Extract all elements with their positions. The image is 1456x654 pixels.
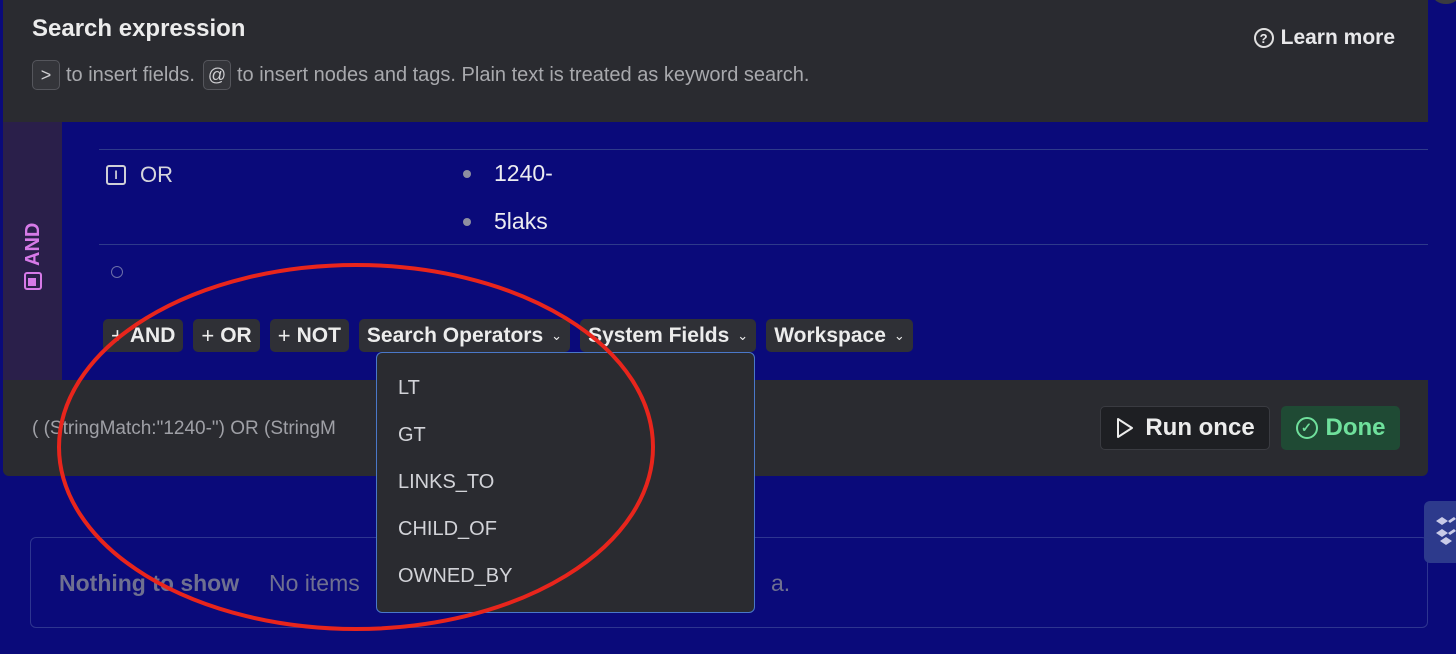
operator-option-child-of[interactable]: CHILD_OF — [377, 506, 754, 553]
and-group-label: AND — [20, 210, 46, 290]
hint-text: > to insert fields. @ to insert nodes an… — [32, 60, 817, 90]
expression-editor: AND I OR 1240- 5laks + AND + OR + NOT Se… — [3, 122, 1428, 380]
chevron-down-icon: ⌄ — [893, 327, 905, 343]
or-value-item[interactable]: 1240- — [463, 160, 553, 187]
learn-more-link[interactable]: ? Learn more — [1253, 26, 1395, 50]
check-circle-icon: ✓ — [1295, 417, 1318, 439]
add-not-label: NOT — [296, 323, 341, 347]
window-corner — [1433, 0, 1456, 4]
row-divider — [99, 149, 1428, 150]
operator-option-lt[interactable]: LT — [377, 365, 754, 412]
expression-toolbar: + AND + OR + NOT Search Operators ⌄ Syst… — [103, 319, 913, 352]
add-and-button[interactable]: + AND — [103, 319, 184, 352]
dropbox-icon — [1436, 517, 1456, 545]
or-operator-row[interactable]: I OR — [106, 162, 173, 188]
chevron-down-icon: ⌄ — [551, 327, 563, 343]
hint-fields-text: to insert fields. — [66, 63, 195, 86]
run-once-label: Run once — [1145, 414, 1255, 441]
add-not-button[interactable]: + NOT — [269, 319, 349, 352]
panel-title: Search expression — [32, 15, 246, 42]
system-fields-label: System Fields — [588, 323, 730, 347]
play-icon — [1117, 418, 1134, 438]
row-divider — [99, 244, 1428, 245]
operator-option-owned-by[interactable]: OWNED_BY — [377, 553, 754, 600]
add-or-label: OR — [220, 323, 252, 347]
empty-state-description-tail: a. — [771, 570, 791, 596]
bullet-icon — [463, 217, 471, 226]
search-operators-label: Search Operators — [366, 323, 544, 347]
panel-header: Search expression > to insert fields. @ … — [3, 0, 1428, 122]
done-label: Done — [1325, 414, 1386, 441]
or-value-item[interactable]: 5laks — [463, 208, 548, 235]
help-icon: ? — [1253, 28, 1274, 48]
workspace-label: Workspace — [774, 323, 886, 347]
done-button[interactable]: ✓ Done — [1281, 406, 1400, 450]
text-cursor-icon: I — [106, 165, 126, 185]
plus-icon: + — [201, 322, 215, 348]
or-value-text: 5laks — [494, 208, 548, 234]
hint-nodes-text: to insert nodes and tags. Plain text is … — [236, 63, 810, 86]
empty-state-description: No items — [269, 570, 360, 596]
field-key-hint: > — [32, 60, 60, 90]
node-key-hint: @ — [202, 60, 231, 90]
system-fields-button[interactable]: System Fields ⌄ — [580, 319, 757, 352]
query-preview: ( (StringMatch:"1240-") OR (StringM — [32, 418, 336, 439]
and-group-bar[interactable]: AND — [3, 122, 62, 380]
empty-state-title: Nothing to show — [59, 570, 240, 596]
operator-option-gt[interactable]: GT — [377, 412, 754, 459]
run-once-button[interactable]: Run once — [1100, 406, 1270, 450]
plus-icon: + — [111, 322, 124, 348]
learn-more-label: Learn more — [1280, 26, 1395, 49]
bullet-icon — [463, 169, 471, 178]
add-and-label: AND — [129, 323, 176, 347]
operator-option-links-to[interactable]: LINKS_TO — [377, 459, 754, 506]
search-operators-button[interactable]: Search Operators ⌄ — [358, 319, 571, 352]
or-label: OR — [140, 162, 173, 187]
and-group-icon — [24, 272, 42, 290]
chevron-down-icon: ⌄ — [737, 327, 749, 343]
search-operators-dropdown: LT GT LINKS_TO CHILD_OF OWNED_BY — [376, 352, 755, 613]
and-group-text: AND — [21, 222, 44, 266]
empty-node-bullet-icon[interactable] — [111, 266, 123, 278]
side-panel-tab[interactable] — [1424, 501, 1456, 563]
workspace-button[interactable]: Workspace ⌄ — [766, 319, 913, 352]
plus-icon: + — [277, 322, 291, 348]
add-or-button[interactable]: + OR — [193, 319, 260, 352]
or-value-text: 1240- — [494, 160, 553, 186]
